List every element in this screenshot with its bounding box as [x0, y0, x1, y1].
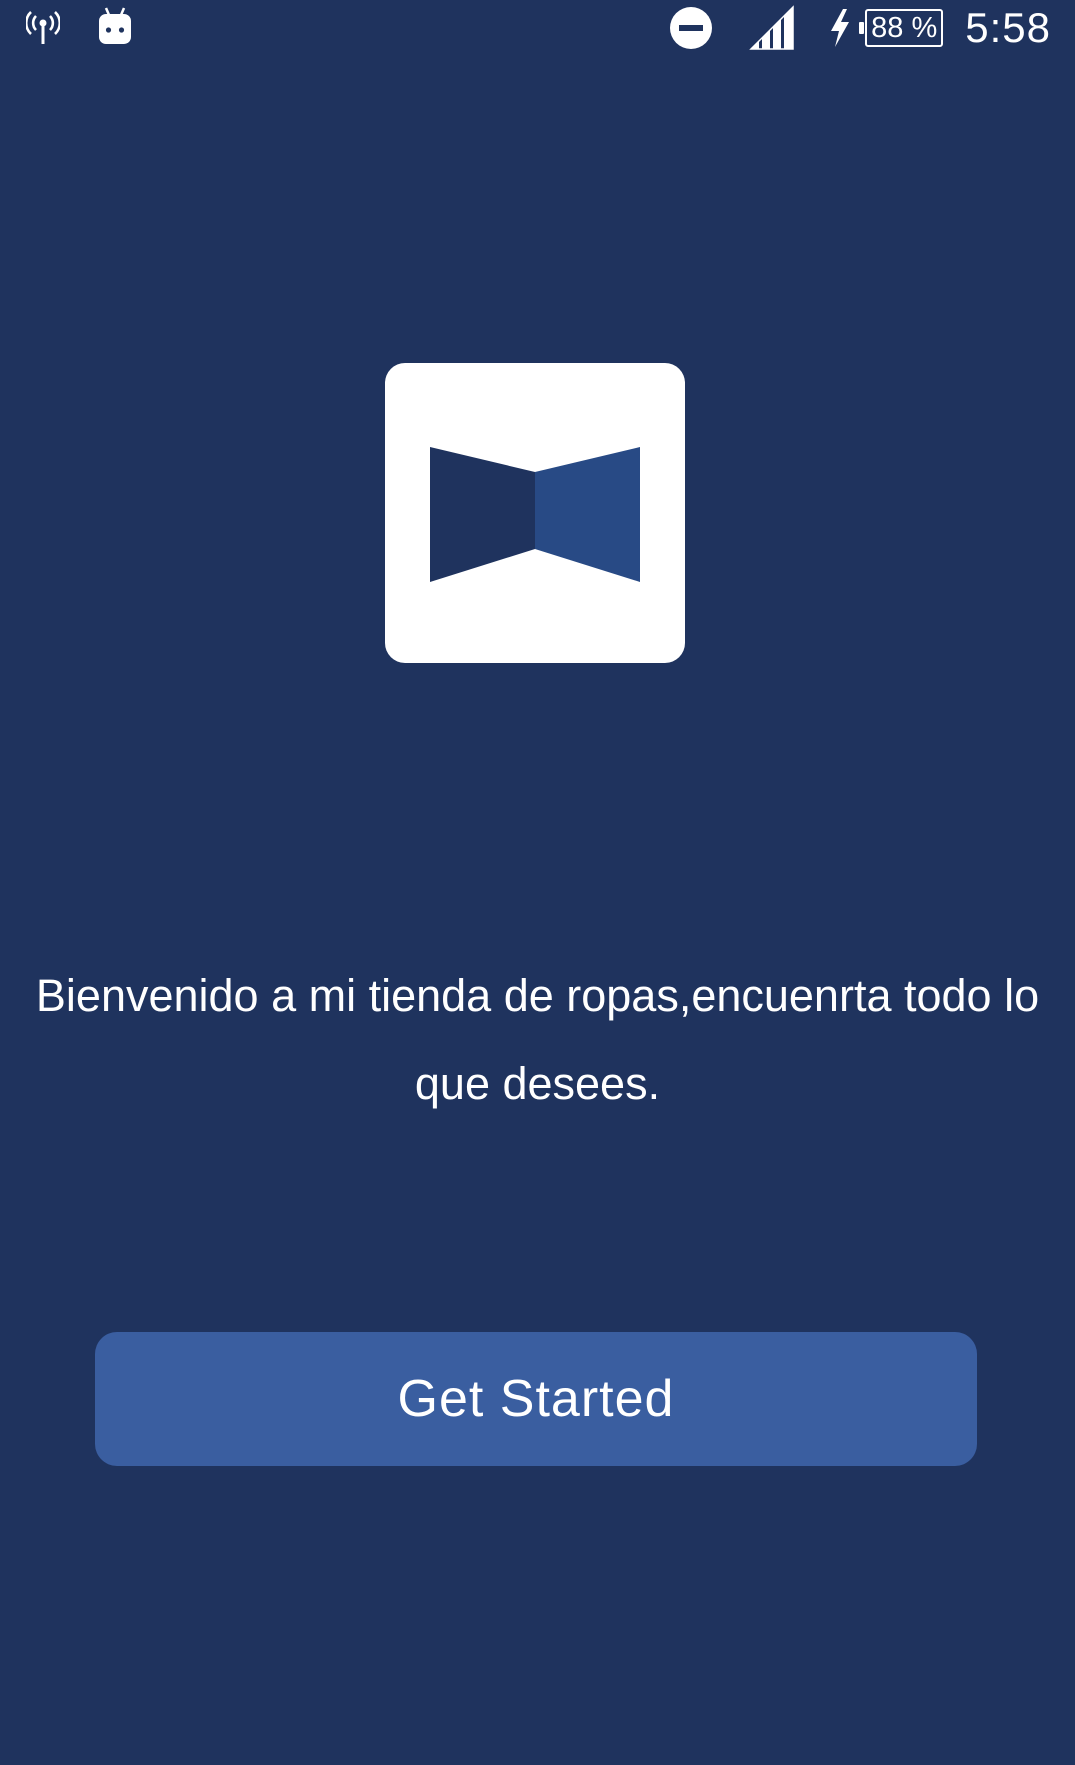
battery-icon: 88 % — [859, 9, 944, 47]
charging-bolt-icon — [829, 9, 851, 47]
app-logo — [385, 363, 685, 663]
welcome-message: Bienvenido a mi tienda de ropas,encuenrt… — [35, 970, 1040, 1109]
status-bar-right: 88 % 5:58 — [669, 0, 1051, 56]
get-started-button[interactable]: Get Started — [95, 1332, 977, 1466]
status-bar: 88 % 5:58 — [0, 0, 1075, 60]
bowtie-logo-icon — [430, 447, 640, 582]
status-bar-left — [26, 6, 134, 48]
clock: 5:58 — [965, 4, 1051, 51]
wifi-hotspot-icon — [26, 9, 60, 45]
android-debug-icon — [96, 6, 134, 48]
do-not-disturb-icon — [669, 6, 713, 50]
signal-strength-icon — [749, 5, 795, 51]
